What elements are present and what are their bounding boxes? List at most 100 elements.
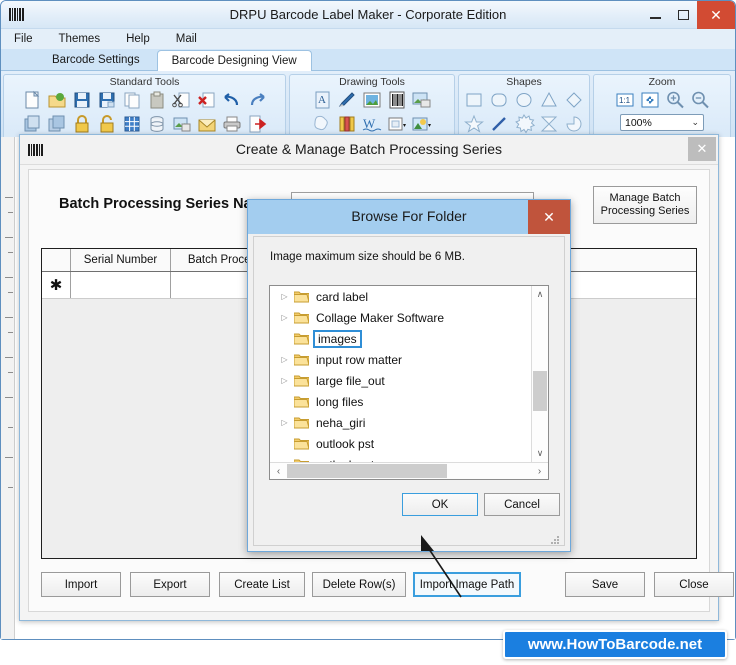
email-icon[interactable] xyxy=(196,113,218,135)
close-button[interactable]: ✕ xyxy=(697,1,735,29)
list-item[interactable]: ▷ card label xyxy=(270,286,531,307)
save-icon[interactable] xyxy=(71,89,93,111)
diamond-icon[interactable] xyxy=(563,89,585,111)
save-as-icon[interactable] xyxy=(96,89,118,111)
folder-tree-horizontal-scrollbar[interactable]: ‹ › xyxy=(270,462,548,479)
close-dialog-button[interactable]: Close xyxy=(654,572,734,597)
list-item[interactable]: ▷ input row matter xyxy=(270,349,531,370)
vertical-scroll-thumb[interactable] xyxy=(533,371,547,411)
star-icon[interactable] xyxy=(463,113,485,135)
picture-icon[interactable] xyxy=(361,89,383,111)
chevron-right-icon[interactable]: ▷ xyxy=(280,313,289,322)
chevron-right-icon[interactable]: ▷ xyxy=(280,292,289,301)
ok-button[interactable]: OK xyxy=(402,493,478,516)
duplicate-icon[interactable] xyxy=(21,113,43,135)
lock-icon[interactable] xyxy=(71,113,93,135)
resize-grip-icon[interactable] xyxy=(550,532,560,544)
list-item[interactable]: long files xyxy=(270,391,531,412)
four-point-star-icon[interactable] xyxy=(538,113,560,135)
books-icon[interactable] xyxy=(336,113,358,135)
image-insert-icon[interactable] xyxy=(411,89,433,111)
print-icon[interactable] xyxy=(221,113,243,135)
exit-icon[interactable] xyxy=(246,113,268,135)
unlock-icon[interactable] xyxy=(96,113,118,135)
rectangle-icon[interactable] xyxy=(463,89,485,111)
database-icon[interactable] xyxy=(146,113,168,135)
manage-batch-processing-series-button[interactable]: Manage Batch Processing Series xyxy=(593,186,697,224)
redo-icon[interactable] xyxy=(246,89,268,111)
zoom-out-icon[interactable] xyxy=(689,89,711,111)
chevron-right-icon[interactable]: ▷ xyxy=(280,418,289,427)
browse-dialog-close-button[interactable]: ✕ xyxy=(528,200,570,234)
chevron-right-icon[interactable]: ▷ xyxy=(280,355,289,364)
actual-size-icon[interactable]: 1:1 xyxy=(614,89,636,111)
menu-bar: File Themes Help Mail xyxy=(1,29,735,49)
grid-header-selector xyxy=(42,249,71,271)
row-selector[interactable]: ✱ xyxy=(42,272,71,298)
grid-icon[interactable] xyxy=(121,113,143,135)
scroll-down-arrow-icon[interactable]: ∨ xyxy=(532,445,548,462)
minimize-button[interactable] xyxy=(641,1,669,29)
pencil-icon[interactable] xyxy=(336,89,358,111)
scroll-up-arrow-icon[interactable]: ∧ xyxy=(532,286,548,303)
scroll-right-arrow-icon[interactable]: › xyxy=(531,466,548,477)
cut-icon[interactable] xyxy=(171,89,193,111)
watermark-icon[interactable]: W xyxy=(361,113,383,135)
text-tool-icon[interactable]: A xyxy=(311,89,333,111)
ellipse-icon[interactable] xyxy=(513,89,535,111)
list-item[interactable]: ▷ Collage Maker Software xyxy=(270,307,531,328)
scroll-left-arrow-icon[interactable]: ‹ xyxy=(270,466,287,477)
delete-rows-button[interactable]: Delete Row(s) xyxy=(312,572,406,597)
new-document-icon[interactable] xyxy=(21,89,43,111)
delete-icon[interactable] xyxy=(196,89,218,111)
list-item-selected[interactable]: images xyxy=(270,328,531,349)
burst-icon[interactable] xyxy=(513,113,535,135)
triangle-icon[interactable] xyxy=(538,89,560,111)
folder-tree[interactable]: ▷ card label ▷ Collage Maker Software im… xyxy=(269,285,549,480)
cancel-button[interactable]: Cancel xyxy=(484,493,560,516)
list-item[interactable]: outlook pst xyxy=(270,433,531,454)
picture-dropdown-icon[interactable] xyxy=(411,113,433,135)
paste-icon[interactable] xyxy=(146,89,168,111)
rounded-rectangle-icon[interactable] xyxy=(488,89,510,111)
chevron-right-icon[interactable]: ▷ xyxy=(280,376,289,385)
tab-barcode-designing-view[interactable]: Barcode Designing View xyxy=(156,50,312,71)
horizontal-scroll-track[interactable] xyxy=(287,463,531,479)
folder-icon xyxy=(293,395,310,408)
folder-tree-vertical-scrollbar[interactable]: ∧ ∨ xyxy=(531,286,548,462)
image-export-icon[interactable] xyxy=(171,113,193,135)
export-button[interactable]: Export xyxy=(130,572,210,597)
zoom-level-select[interactable]: 100% ⌄ xyxy=(620,114,704,131)
open-folder-icon[interactable] xyxy=(46,89,68,111)
folder-list: ▷ card label ▷ Collage Maker Software im… xyxy=(270,286,531,462)
line-icon[interactable] xyxy=(488,113,510,135)
cell-serial-number[interactable] xyxy=(71,272,171,298)
menu-item-mail[interactable]: Mail xyxy=(173,32,200,46)
pie-icon[interactable] xyxy=(563,113,585,135)
create-list-button[interactable]: Create List xyxy=(219,572,305,597)
shape-blob-icon[interactable] xyxy=(311,113,333,135)
menu-item-file[interactable]: File xyxy=(11,32,36,46)
clone-icon[interactable] xyxy=(46,113,68,135)
save-button[interactable]: Save xyxy=(565,572,645,597)
list-item[interactable]: outlook pst_new xyxy=(270,454,531,462)
import-image-path-button[interactable]: Import Image Path xyxy=(413,572,521,597)
batch-dialog-close-button[interactable]: ✕ xyxy=(688,137,716,161)
browse-dialog-titlebar: Browse For Folder ✕ xyxy=(248,200,570,234)
list-item[interactable]: ▷ neha_giri xyxy=(270,412,531,433)
maximize-button[interactable] xyxy=(669,1,697,29)
list-item[interactable]: ▷ large file_out xyxy=(270,370,531,391)
horizontal-scroll-thumb[interactable] xyxy=(287,464,447,478)
menu-item-help[interactable]: Help xyxy=(123,32,153,46)
fit-page-icon[interactable] xyxy=(639,89,661,111)
grid-header-serial-number[interactable]: Serial Number xyxy=(71,249,171,271)
tab-barcode-settings[interactable]: Barcode Settings xyxy=(37,49,155,70)
frame-dropdown-icon[interactable] xyxy=(386,113,408,135)
svg-text:A: A xyxy=(318,94,326,106)
barcode-tool-icon[interactable] xyxy=(386,89,408,111)
import-button[interactable]: Import xyxy=(41,572,121,597)
copy-page-icon[interactable] xyxy=(121,89,143,111)
zoom-in-icon[interactable] xyxy=(664,89,686,111)
menu-item-themes[interactable]: Themes xyxy=(56,32,104,46)
undo-icon[interactable] xyxy=(221,89,243,111)
